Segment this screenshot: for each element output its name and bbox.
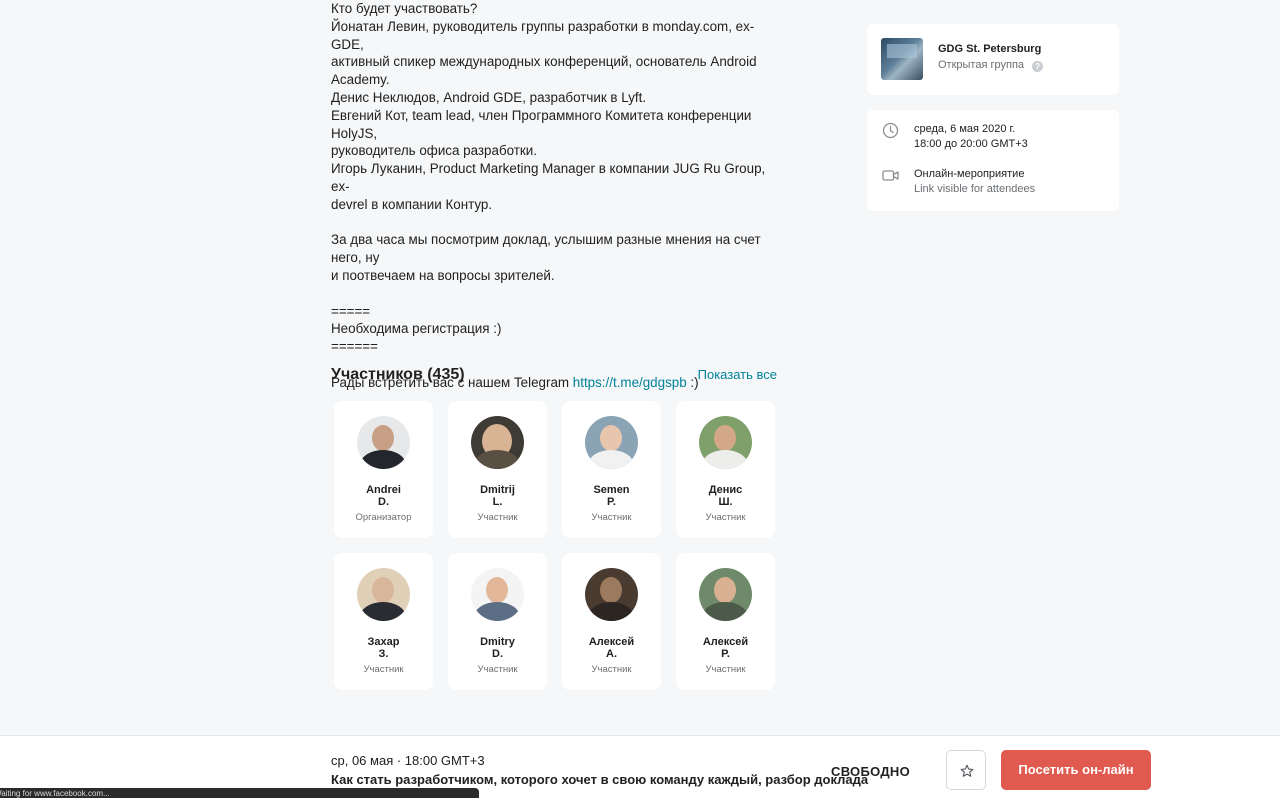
clock-icon <box>882 122 899 139</box>
member-card[interactable]: Алексей Р. Участник <box>676 553 775 690</box>
member-role: Организатор <box>355 512 412 523</box>
footer-event-title: Как стать разработчиком, которого хочет … <box>331 772 869 787</box>
avatar <box>699 568 752 621</box>
member-role: Участник <box>477 512 518 523</box>
member-first-name: Захар <box>367 636 400 648</box>
star-icon <box>960 764 974 777</box>
event-location: Онлайн-мероприятие <box>914 168 1025 180</box>
description-paragraph: ===== Необходима регистрация :) ====== <box>331 303 502 355</box>
member-first-name: Dmitry <box>480 636 515 648</box>
browser-status-bar: Waiting for www.facebook.com... <box>0 788 479 798</box>
avatar <box>471 416 524 469</box>
member-card[interactable]: Денис Ш. Участник <box>676 401 775 538</box>
member-first-name: Алексей <box>588 636 635 648</box>
member-last-name: L. <box>492 496 503 508</box>
event-info-card: среда, 6 мая 2020 г. 18:00 до 20:00 GMT+… <box>867 110 1119 211</box>
event-location-note: Link visible for attendees <box>914 183 1036 195</box>
group-card[interactable]: GDG St. Petersburg Открытая группа? <box>867 24 1119 95</box>
description-paragraph: За два часа мы посмотрим доклад, услышим… <box>331 232 761 283</box>
member-role: Участник <box>591 664 632 675</box>
group-type-label: Открытая группа <box>938 59 1025 71</box>
member-last-name: D. <box>378 496 389 508</box>
member-card[interactable]: Andrei D. Организатор <box>334 401 433 538</box>
member-first-name: Semen <box>593 484 630 496</box>
attend-online-button[interactable]: Посетить он-лайн <box>1001 750 1151 790</box>
member-last-name: Р. <box>721 648 730 660</box>
group-type: Открытая группа? <box>938 59 1044 72</box>
avatar <box>357 416 410 469</box>
footer-date: ср, 06 мая · 18:00 GMT+3 <box>331 753 485 768</box>
member-card[interactable]: Dmitry D. Участник <box>448 553 547 690</box>
group-thumbnail <box>881 38 923 80</box>
member-card[interactable]: Dmitrij L. Участник <box>448 401 547 538</box>
avatar <box>471 568 524 621</box>
member-first-name: Dmitrij <box>480 484 515 496</box>
member-last-name: З. <box>378 648 389 660</box>
price-label: СВОБОДНО <box>831 764 911 779</box>
avatar <box>585 416 638 469</box>
member-card[interactable]: Semen P. Участник <box>562 401 661 538</box>
avatar <box>585 568 638 621</box>
member-first-name: Andrei <box>366 484 401 496</box>
member-last-name: Ш. <box>718 496 733 508</box>
member-first-name: Денис <box>708 484 743 496</box>
description-paragraph: Кто будет участвовать? Йонатан Левин, ру… <box>331 1 766 212</box>
member-last-name: D. <box>492 648 503 660</box>
save-star-button[interactable] <box>946 750 986 790</box>
show-all-link[interactable]: Показать все <box>698 367 777 382</box>
member-last-name: P. <box>607 496 616 508</box>
avatar <box>357 568 410 621</box>
member-last-name: А. <box>606 648 617 660</box>
telegram-link[interactable]: https://t.me/gdgspb <box>573 375 687 390</box>
member-card[interactable]: Захар З. Участник <box>334 553 433 690</box>
member-card[interactable]: Алексей А. Участник <box>562 553 661 690</box>
avatar <box>699 416 752 469</box>
video-camera-icon <box>882 170 899 181</box>
event-time: 18:00 до 20:00 GMT+3 <box>914 138 1028 150</box>
group-name[interactable]: GDG St. Petersburg <box>938 43 1041 55</box>
members-title: Участников (435) <box>331 366 465 383</box>
event-date: среда, 6 мая 2020 г. <box>914 123 1016 135</box>
event-description: Кто будет участвовать? Йонатан Левин, ру… <box>331 0 781 392</box>
member-role: Участник <box>477 664 518 675</box>
member-role: Участник <box>591 512 632 523</box>
help-icon[interactable]: ? <box>1032 61 1044 72</box>
member-first-name: Алексей <box>702 636 749 648</box>
member-role: Участник <box>705 512 746 523</box>
member-role: Участник <box>363 664 404 675</box>
member-role: Участник <box>705 664 746 675</box>
